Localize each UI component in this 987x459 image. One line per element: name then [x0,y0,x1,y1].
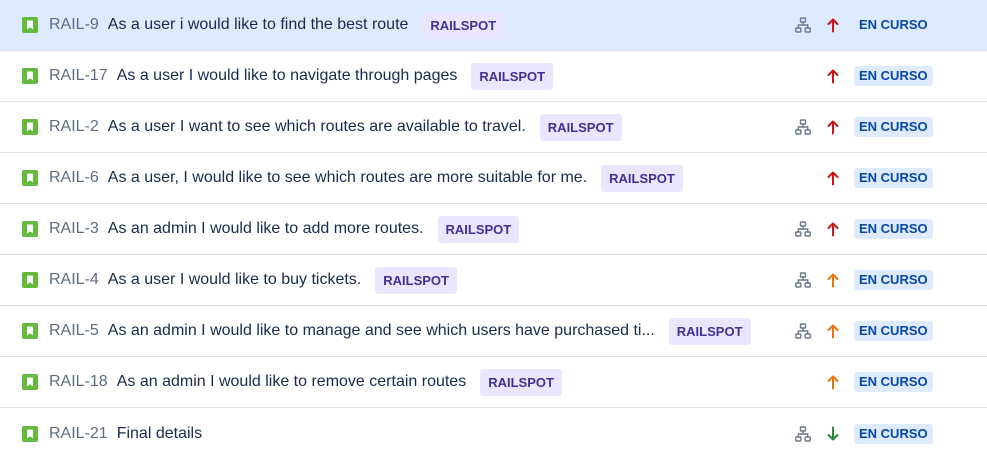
priority-high-icon [827,375,839,390]
issue-row[interactable]: RAIL-2 As a user I want to see which rout… [0,102,987,153]
issue-summary[interactable]: Final details [117,425,202,443]
issue-main: RAIL-4 As a user I would like to buy tick… [49,255,757,305]
issue-row[interactable]: RAIL-9 As a user i would like to find the… [0,0,987,51]
issue-row[interactable]: RAIL-21 Final details EN CURSO [0,408,987,459]
issue-main: RAIL-18 As an admin I would like to remov… [49,357,757,407]
issue-key[interactable]: RAIL-17 [49,67,108,85]
issue-key[interactable]: RAIL-6 [49,169,99,187]
priority-high-icon [827,273,839,288]
issue-row[interactable]: RAIL-18 As an admin I would like to remov… [0,357,987,408]
epic-label[interactable]: RAILSPOT [422,11,505,39]
priority-highest-icon [827,222,839,237]
issue-main: RAIL-6 As a user, I would like to see whi… [49,153,757,203]
story-icon [22,425,38,442]
issue-key[interactable]: RAIL-9 [49,16,99,34]
issue-summary[interactable]: As a user, I would like to see which rou… [108,169,587,187]
epic-label[interactable]: RAILSPOT [437,215,520,243]
issue-main: RAIL-3 As an admin I would like to add mo… [49,204,757,254]
priority-highest-icon [827,171,839,186]
story-icon [22,374,38,390]
story-icon [22,272,38,288]
status-badge[interactable]: EN CURSO [854,219,933,239]
story-icon [22,221,38,237]
issue-key[interactable]: RAIL-3 [49,220,99,238]
child-issues-icon[interactable] [795,221,811,237]
epic-label[interactable]: RAILSPOT [471,62,554,90]
status-badge[interactable]: EN CURSO [854,117,933,137]
priority-highest-icon [827,120,839,135]
issue-main: RAIL-17 As a user I would like to navigat… [49,51,757,101]
status-badge[interactable]: EN CURSO [854,372,933,392]
story-icon [22,68,38,84]
priority-low-icon [827,426,839,440]
child-issues-icon[interactable] [795,323,811,339]
issue-main: RAIL-9 As a user i would like to find the… [49,0,757,50]
status-badge[interactable]: EN CURSO [854,168,933,188]
status-badge[interactable]: EN CURSO [854,66,933,86]
issue-row[interactable]: RAIL-6 As a user, I would like to see whi… [0,153,987,204]
issue-row[interactable]: RAIL-4 As a user I would like to buy tick… [0,255,987,306]
priority-high-icon [827,324,839,339]
story-icon [22,170,38,186]
epic-label[interactable]: RAILSPOT [480,368,562,396]
issue-key[interactable]: RAIL-21 [49,425,108,443]
status-badge[interactable]: EN CURSO [854,321,933,341]
child-issues-icon[interactable] [795,17,811,33]
issue-key[interactable]: RAIL-5 [49,322,99,340]
issue-key[interactable]: RAIL-18 [49,373,108,391]
issue-row[interactable]: RAIL-17 As a user I would like to navigat… [0,51,987,102]
issue-main: RAIL-21 Final details [49,408,757,459]
issue-row[interactable]: RAIL-3 As an admin I would like to add mo… [0,204,987,255]
epic-label[interactable]: RAILSPOT [601,164,683,192]
epic-label[interactable]: RAILSPOT [539,113,622,141]
issue-main: RAIL-2 As a user I want to see which rout… [49,102,757,152]
issue-summary[interactable]: As an admin I would like to remove certa… [117,373,467,391]
story-icon [22,323,38,339]
story-icon [22,17,38,33]
status-badge[interactable]: EN CURSO [854,270,933,290]
issue-summary[interactable]: As a user I would like to navigate throu… [117,67,458,85]
issue-summary[interactable]: As an admin I would like to manage and s… [108,322,655,340]
issue-summary[interactable]: As a user I would like to buy tickets. [108,271,361,289]
issue-summary[interactable]: As an admin I would like to add more rou… [108,220,424,238]
issue-key[interactable]: RAIL-4 [49,271,99,289]
status-badge[interactable]: EN CURSO [854,15,933,35]
epic-label[interactable]: RAILSPOT [375,266,457,294]
issue-row[interactable]: RAIL-5 As an admin I would like to manage… [0,306,987,357]
issue-list: RAIL-9 As a user i would like to find the… [0,0,987,459]
priority-highest-icon [827,18,839,33]
epic-label[interactable]: RAILSPOT [668,317,751,345]
issue-key[interactable]: RAIL-2 [49,118,99,136]
priority-highest-icon [827,69,839,84]
status-badge[interactable]: EN CURSO [854,423,933,444]
child-issues-icon[interactable] [795,425,811,442]
issue-summary[interactable]: As a user i would like to find the best … [108,16,409,34]
issue-summary[interactable]: As a user I want to see which routes are… [108,118,526,136]
child-issues-icon[interactable] [795,272,811,288]
issue-main: RAIL-5 As an admin I would like to manage… [49,306,757,356]
story-icon [22,119,38,135]
child-issues-icon[interactable] [795,119,811,135]
